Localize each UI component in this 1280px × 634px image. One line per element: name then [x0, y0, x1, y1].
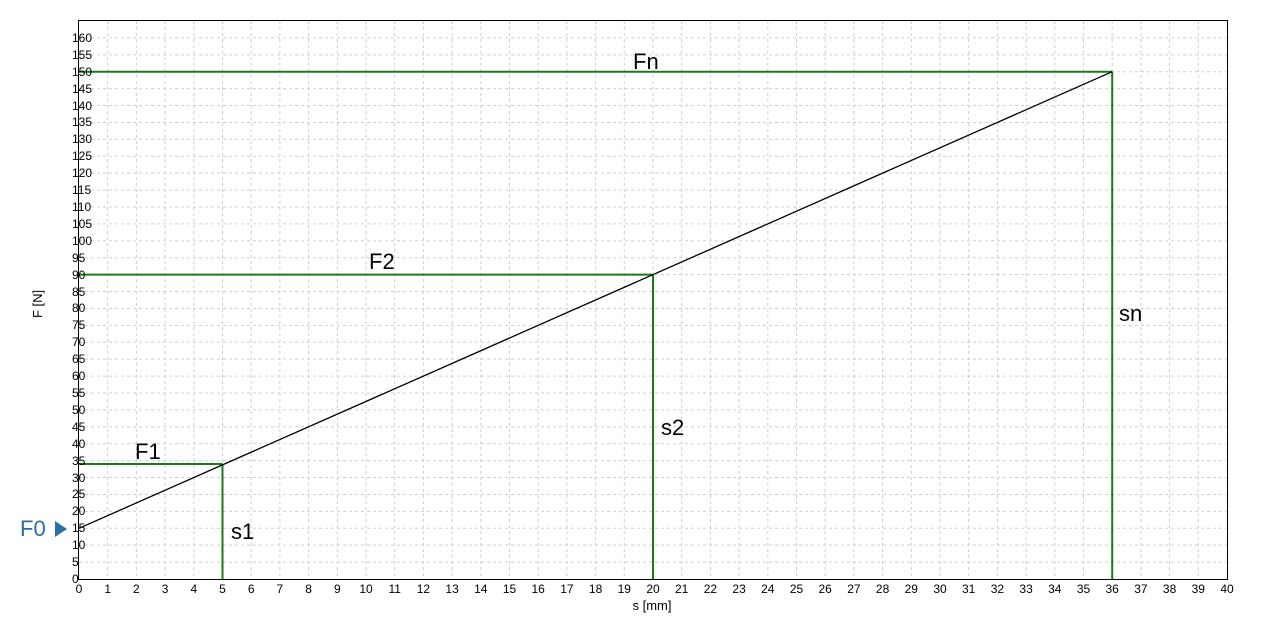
x-tick: 22	[704, 582, 717, 596]
x-tick: 13	[445, 582, 458, 596]
x-tick: 28	[876, 582, 889, 596]
x-tick: 8	[305, 582, 312, 596]
x-tick: 4	[190, 582, 197, 596]
x-tick: 24	[761, 582, 774, 596]
x-tick: 16	[532, 582, 545, 596]
chart-svg	[79, 21, 1227, 579]
x-tick: 37	[1134, 582, 1147, 596]
y-axis-label: F [N]	[30, 290, 45, 318]
x-tick: 36	[1106, 582, 1119, 596]
annotation-sn: sn	[1119, 301, 1142, 327]
x-tick: 19	[618, 582, 631, 596]
x-tick: 5	[219, 582, 226, 596]
x-tick: 39	[1192, 582, 1205, 596]
plot-area: Fn sn F2 s2 F1 s1	[78, 20, 1228, 580]
x-tick: 27	[847, 582, 860, 596]
annotation-s1: s1	[231, 519, 254, 545]
x-tick: 14	[474, 582, 487, 596]
x-tick: 23	[732, 582, 745, 596]
annotation-f1: F1	[135, 439, 161, 465]
x-tick: 29	[905, 582, 918, 596]
x-tick: 25	[790, 582, 803, 596]
x-tick: 33	[1019, 582, 1032, 596]
x-tick: 3	[162, 582, 169, 596]
x-tick: 38	[1163, 582, 1176, 596]
x-tick: 12	[417, 582, 430, 596]
x-tick: 6	[248, 582, 255, 596]
annotation-f0: F0	[20, 516, 46, 542]
x-tick: 34	[1048, 582, 1061, 596]
x-tick: 17	[560, 582, 573, 596]
annotation-f2: F2	[369, 249, 395, 275]
annotation-s2: s2	[661, 415, 684, 441]
x-tick: 9	[334, 582, 341, 596]
x-tick: 40	[1220, 582, 1233, 596]
f0-marker-icon	[55, 521, 67, 537]
x-tick: 11	[388, 582, 400, 596]
x-tick: 10	[359, 582, 372, 596]
x-tick: 15	[503, 582, 516, 596]
x-tick: 31	[962, 582, 975, 596]
spring-force-chart: F [N] F0	[0, 0, 1280, 634]
x-tick: 32	[991, 582, 1004, 596]
x-tick: 7	[277, 582, 284, 596]
annotation-fn: Fn	[633, 49, 659, 75]
x-tick: 1	[104, 582, 111, 596]
x-tick: 2	[133, 582, 140, 596]
x-tick: 35	[1077, 582, 1090, 596]
x-tick: 21	[675, 582, 688, 596]
x-axis-label: s [mm]	[633, 598, 672, 613]
x-tick: 18	[589, 582, 602, 596]
x-tick: 26	[819, 582, 832, 596]
x-tick: 20	[646, 582, 659, 596]
x-tick: 30	[933, 582, 946, 596]
